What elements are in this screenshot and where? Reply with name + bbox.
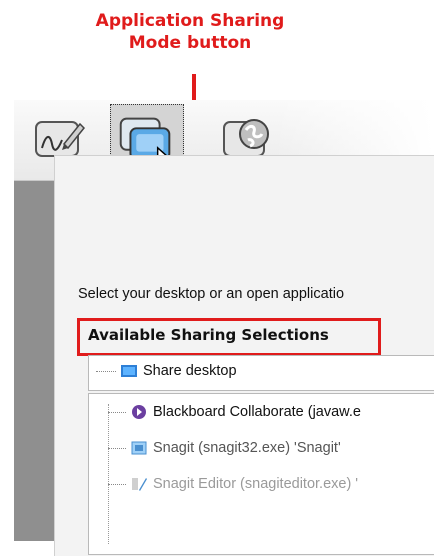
callout-label: Application Sharing Mode button (70, 10, 310, 54)
application-item-collaborate[interactable]: Blackboard Collaborate (javaw.e (108, 404, 361, 420)
callout-line-1: Application Sharing (95, 11, 285, 31)
share-desktop-label: Share desktop (143, 363, 237, 379)
sharing-instruction: Select your desktop or an open applicati… (78, 286, 345, 302)
tree-line (108, 404, 109, 544)
collaborate-icon (132, 405, 146, 419)
tree-connector (108, 483, 126, 485)
tree-connector (108, 447, 126, 449)
share-desktop-item[interactable]: Share desktop (96, 363, 237, 379)
application-label: Snagit Editor (snagiteditor.exe) ' (153, 476, 359, 492)
desktop-icon (121, 365, 137, 377)
snagit-editor-icon (132, 478, 147, 491)
callout-line-2: Mode button (128, 33, 252, 53)
snagit-icon (131, 441, 147, 455)
application-item-snagit[interactable]: Snagit (snagit32.exe) 'Snagit' (108, 440, 341, 456)
application-item-snagit-editor[interactable]: Snagit Editor (snagiteditor.exe) ' (108, 476, 358, 492)
tree-connector (96, 370, 116, 372)
tree-connector (108, 411, 126, 413)
application-label: Blackboard Collaborate (javaw.e (153, 404, 361, 420)
application-label: Snagit (snagit32.exe) 'Snagit' (153, 440, 341, 456)
callout-highlight-box (77, 318, 381, 356)
